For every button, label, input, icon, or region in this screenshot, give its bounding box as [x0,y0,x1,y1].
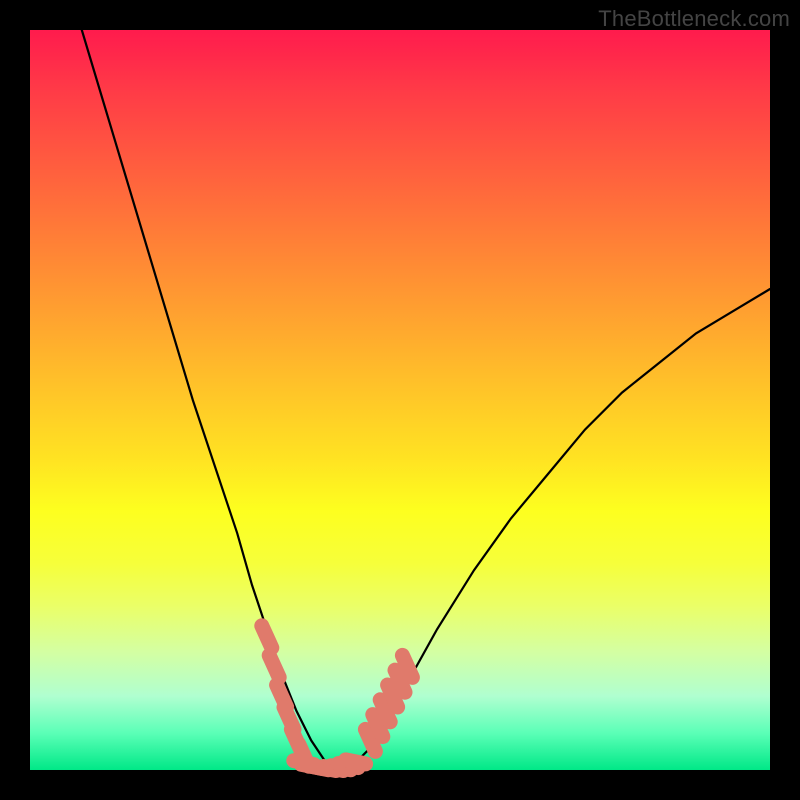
floor-marker-band-dot [346,760,366,764]
left-marker-band-dot [262,626,272,648]
chart-frame: TheBottleneck.com [0,0,800,800]
watermark-text: TheBottleneck.com [598,6,790,32]
plot-area [30,30,770,770]
marker-layer [262,626,413,771]
chart-svg [30,30,770,770]
right-marker-band-dot [402,655,412,677]
left-curve [82,30,341,770]
curve-layer [82,30,770,770]
left-marker-band-dot [269,655,279,677]
